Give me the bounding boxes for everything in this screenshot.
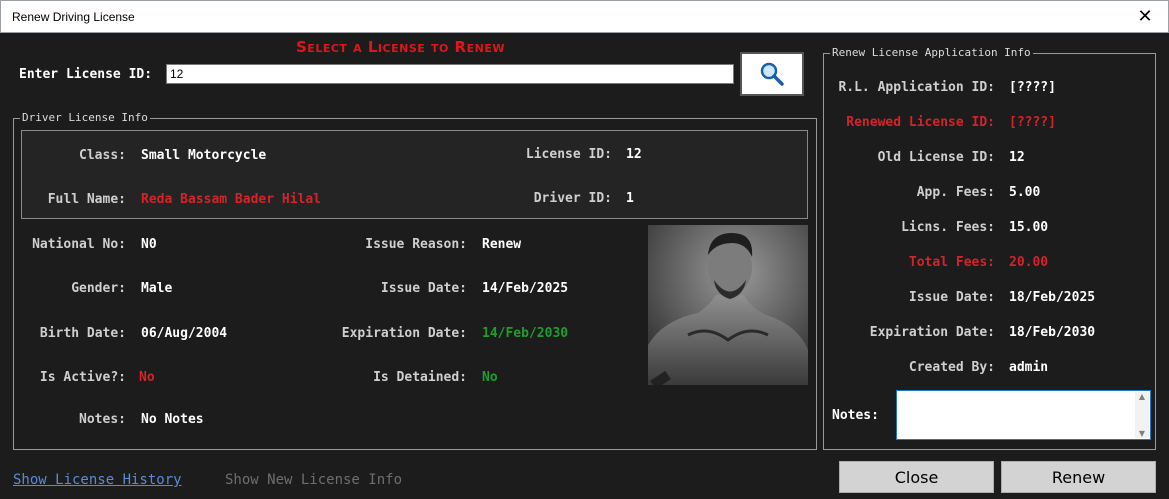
app-issue-date-value: 18/Feb/2025 [1009,290,1096,305]
is-detained-label: Is Detained: [373,370,467,385]
full-name-value: Reda Bassam Bader Hilal [141,192,322,207]
window-title: Renew Driving License [12,10,135,24]
search-button[interactable] [740,52,804,96]
gender-label: Gender: [71,281,126,296]
license-id-value: 12 [626,147,642,162]
app-issue-date-label: Issue Date: [908,290,995,305]
scroll-up-icon[interactable]: ▲ [1139,392,1145,401]
page-title: Select a License to Renew [296,38,505,56]
driver-photo [648,225,808,385]
close-icon[interactable]: ✕ [1122,1,1168,32]
license-id-input[interactable] [166,64,734,84]
notes-value: No Notes [141,412,204,427]
app-expiration-date-value: 18/Feb/2030 [1009,325,1096,340]
notes-label: Notes: [79,412,126,427]
old-license-id-value: 12 [1009,150,1025,165]
notes-scrollbar[interactable]: ▲ ▼ [1135,392,1149,438]
renew-application-info-legend: Renew License Application Info [830,46,1033,59]
close-button[interactable]: Close [839,461,994,493]
driver-id-value: 1 [626,191,634,206]
renew-button[interactable]: Renew [1001,461,1156,493]
class-label: Class: [79,148,126,163]
show-license-history-link[interactable]: Show License History [13,472,182,488]
app-notes-textarea[interactable]: ▲ ▼ [896,390,1151,440]
show-new-license-info-link: Show New License Info [225,472,403,488]
birth-date-value: 06/Aug/2004 [141,326,228,341]
rl-application-id-value: [????] [1009,80,1056,95]
is-active-value: No [139,370,155,385]
search-icon [760,62,784,86]
license-fees-value: 15.00 [1009,220,1049,235]
app-fees-label: App. Fees: [916,185,995,200]
license-id-label: License ID: [525,147,612,162]
issue-date-value: 14/Feb/2025 [482,281,569,296]
license-fees-label: Licns. Fees: [901,220,995,235]
app-notes-label: Notes: [832,408,879,423]
birth-date-label: Birth Date: [39,326,126,341]
license-summary-box [21,130,808,219]
rl-application-id-label: R.L. Application ID: [838,80,995,95]
scroll-down-icon[interactable]: ▼ [1139,429,1145,438]
created-by-value: admin [1009,360,1049,375]
license-id-search-label: Enter License ID: [19,67,153,82]
issue-reason-value: Renew [482,237,522,252]
renewed-license-id-label: Renewed License ID: [846,115,995,130]
expiration-date-label: Expiration Date: [341,326,467,341]
app-expiration-date-label: Expiration Date: [869,325,995,340]
issue-date-label: Issue Date: [380,281,467,296]
driver-id-label: Driver ID: [533,191,612,206]
renewed-license-id-value: [????] [1009,115,1056,130]
total-fees-value: 20.00 [1009,255,1049,270]
expiration-date-value: 14/Feb/2030 [482,326,569,341]
gender-value: Male [141,281,173,296]
total-fees-label: Total Fees: [908,255,995,270]
driver-license-info-legend: Driver License Info [20,111,150,124]
app-fees-value: 5.00 [1009,185,1041,200]
full-name-label: Full Name: [47,192,126,207]
national-no-value: N0 [141,237,157,252]
window-title-bar: Renew Driving License ✕ [0,0,1169,33]
national-no-label: National No: [32,237,126,252]
created-by-label: Created By: [908,360,995,375]
issue-reason-label: Issue Reason: [365,237,467,252]
is-active-label: Is Active?: [39,370,126,385]
class-value: Small Motorcycle [141,148,267,163]
old-license-id-label: Old License ID: [877,150,995,165]
is-detained-value: No [482,370,498,385]
